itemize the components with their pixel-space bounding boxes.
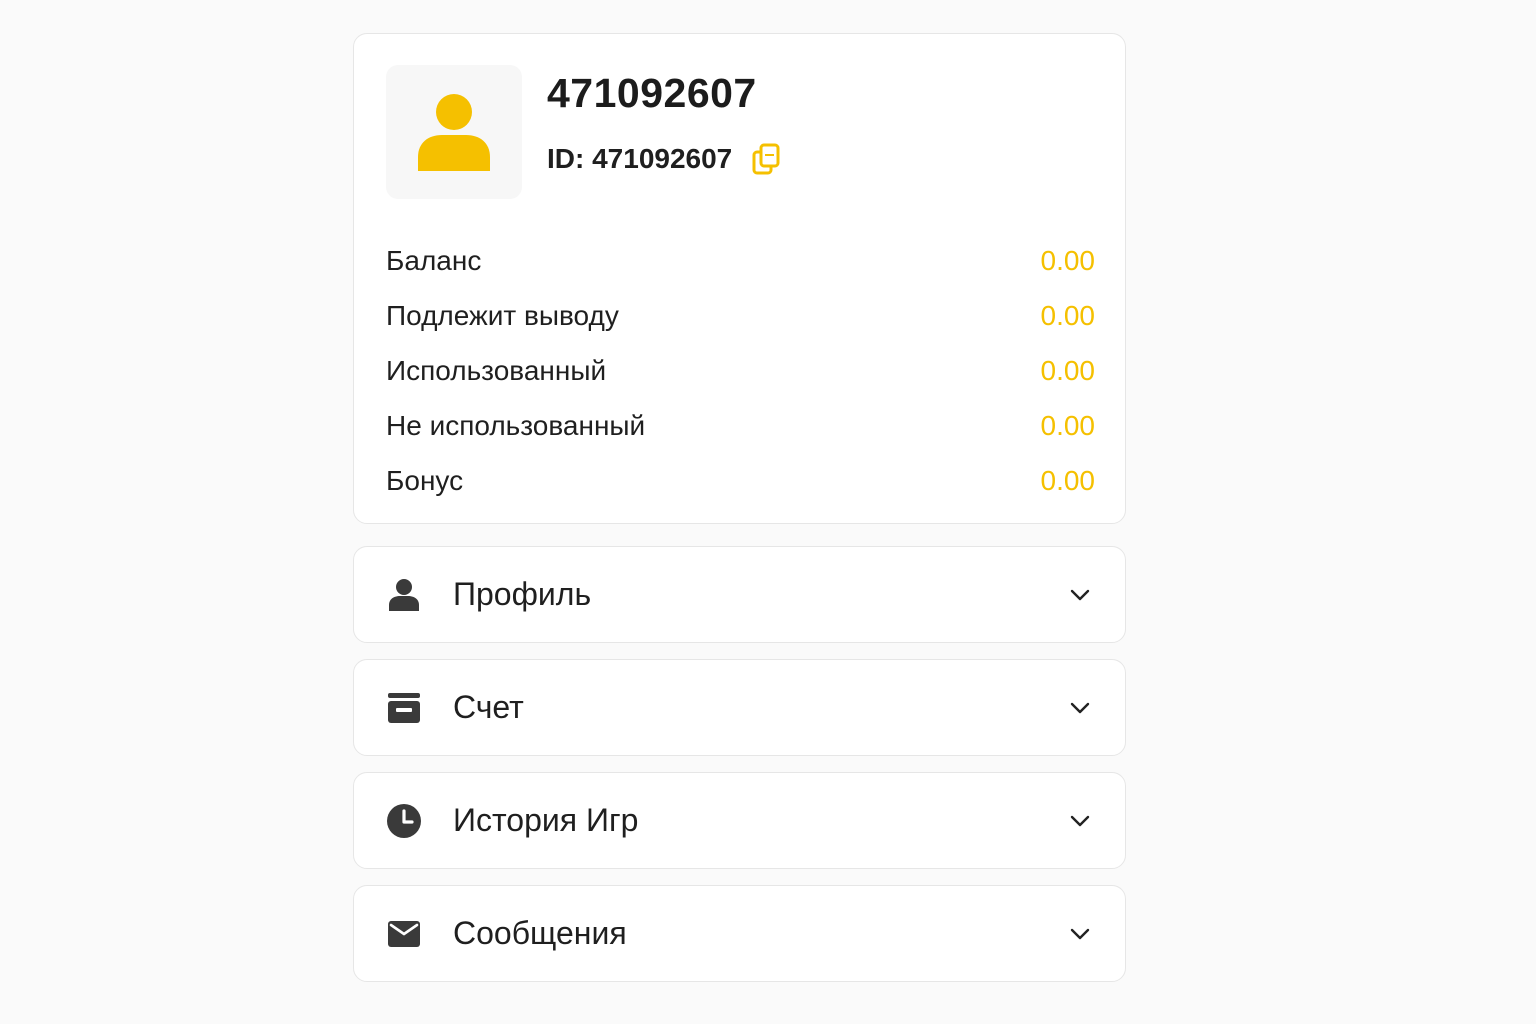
unused-row: Не использованный 0.00 — [386, 398, 1095, 453]
bonus-value: 0.00 — [1040, 464, 1096, 496]
wallet-icon — [386, 690, 422, 726]
profile-card: 471092607 ID: 471092607 Баланс 0.00 Подл… — [353, 33, 1126, 524]
user-avatar-icon — [418, 94, 490, 171]
clock-icon — [386, 803, 422, 839]
withdrawable-label: Подлежит выводу — [386, 299, 619, 331]
menu-item-label: Счет — [453, 689, 524, 725]
chevron-down-icon — [1069, 810, 1091, 832]
unused-label: Не использованный — [386, 409, 646, 441]
copy-icon — [752, 143, 780, 175]
user-icon — [386, 577, 422, 613]
balance-list: Баланс 0.00 Подлежит выводу 0.00 Использ… — [386, 233, 1095, 508]
user-id-row: ID: 471092607 — [547, 143, 780, 175]
chevron-down-icon — [1069, 923, 1091, 945]
chevron-down-icon — [1069, 697, 1091, 719]
menu-item-account[interactable]: Счет — [353, 659, 1126, 756]
used-value: 0.00 — [1040, 354, 1096, 386]
avatar — [386, 65, 522, 199]
bonus-label: Бонус — [386, 464, 464, 496]
used-label: Использованный — [386, 354, 607, 386]
withdrawable-row: Подлежит выводу 0.00 — [386, 288, 1095, 343]
menu-item-label: История Игр — [453, 802, 639, 838]
menu-item-profile[interactable]: Профиль — [353, 546, 1126, 643]
copy-id-button[interactable] — [752, 143, 780, 175]
menu-item-label: Сообщения — [453, 915, 627, 951]
bonus-row: Бонус 0.00 — [386, 453, 1095, 508]
account-panel: 471092607 ID: 471092607 Баланс 0.00 Подл… — [353, 33, 1126, 982]
unused-value: 0.00 — [1040, 409, 1096, 441]
balance-label: Баланс — [386, 244, 482, 276]
envelope-icon — [386, 916, 422, 952]
balance-value: 0.00 — [1040, 244, 1096, 276]
menu-item-game-history[interactable]: История Игр — [353, 772, 1126, 869]
user-id: ID: 471092607 — [547, 143, 733, 174]
chevron-down-icon — [1069, 584, 1091, 606]
withdrawable-value: 0.00 — [1040, 299, 1096, 331]
menu-item-label: Профиль — [453, 576, 592, 612]
balance-row: Баланс 0.00 — [386, 233, 1095, 288]
menu-item-messages[interactable]: Сообщения — [353, 885, 1126, 982]
username: 471092607 — [547, 70, 757, 116]
used-row: Использованный 0.00 — [386, 343, 1095, 398]
